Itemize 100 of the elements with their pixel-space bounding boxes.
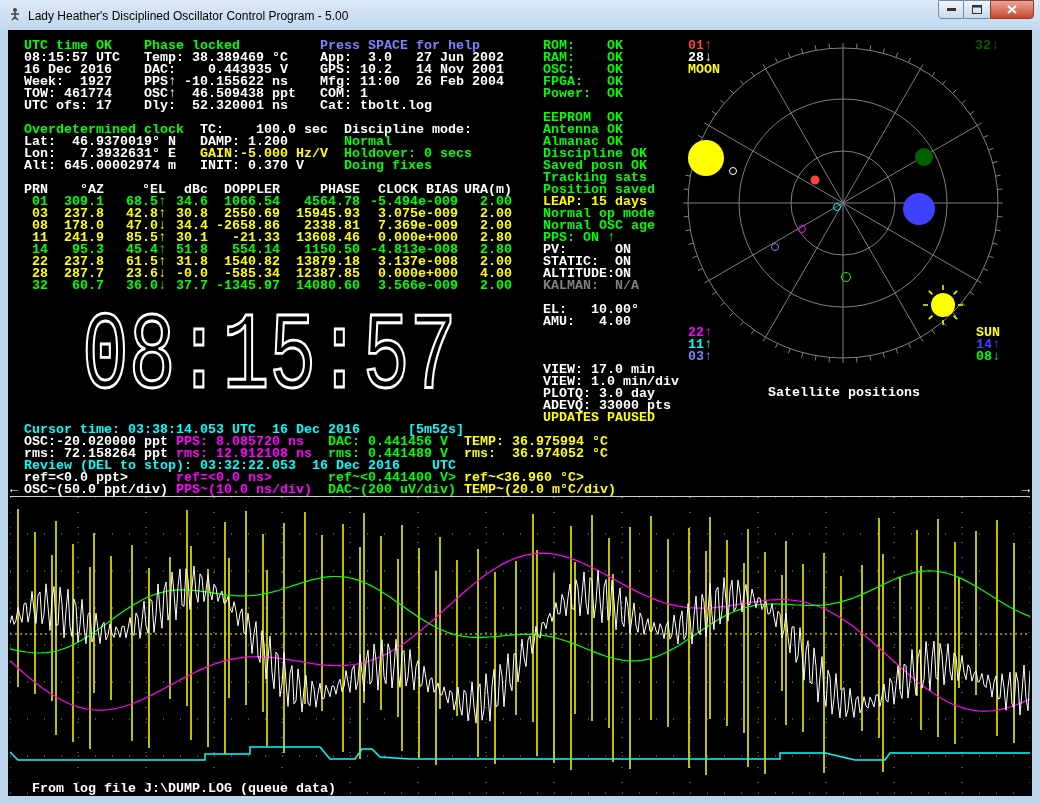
satellite-marker [903,193,935,225]
status-text: UTC time OK [24,40,112,52]
status-text: Phase locked [144,40,240,52]
status-text: Power: OK [543,88,623,100]
satellite-label: 11↑ [688,339,712,351]
window-title: Lady Heather's Disciplined Oscillator Control Program - 5.00 [28,8,349,25]
table-cell: 287.7 [64,268,104,280]
column-header: dBc [184,184,208,196]
status-text: Position saved [543,184,655,196]
table-cell: 13879.18 [296,256,360,268]
satellite-label: 03↑ [688,351,712,363]
table-cell: -2658.86 [216,220,280,232]
table-cell: 1150.50 [304,244,360,256]
status-text: STATIC: ON [543,256,631,268]
status-text: Cat: tbolt.log [320,100,432,112]
table-cell: 42.8↑ [126,208,166,220]
satellite-marker [798,225,806,233]
table-cell: 30.1 [176,232,208,244]
table-cell: 554.14 [232,244,280,256]
table-cell: 1066.54 [224,196,280,208]
column-header: °EL [142,184,166,196]
minimize-button[interactable] [938,0,964,19]
readout-text: ref=<0.0 ppt> [24,472,128,484]
readout-text: rms: 72.158264 ppt [24,448,168,460]
status-text: Discipline mode: [344,124,472,136]
table-cell: 28 [32,268,48,280]
column-header: URA(m) [464,184,512,196]
plot-info-text: UPDATES PAUSED [543,412,655,424]
table-cell: 3.137e-008 [378,256,458,268]
status-text: COM: 1 [320,88,368,100]
column-header: DOPPLER [224,184,280,196]
table-cell: -4.813e-008 [370,244,458,256]
status-text: PPS↑ -10.155622 ns [144,76,288,88]
table-cell: 2.80 [480,244,512,256]
status-text: Normal op mode [543,208,655,220]
column-header: CLOCK BIAS [378,184,458,196]
status-text: TOW: 461774 [24,88,112,100]
table-cell: 95.3 [72,244,104,256]
scroll-right-marker[interactable]: → [1022,484,1030,496]
status-text: ROM: OK [543,40,623,52]
plot-info-text: PLOTQ: 3.0 day [543,388,655,400]
status-text: INIT: 0.370 V [200,160,304,172]
table-cell: 309.1 [64,196,104,208]
table-cell: 2.00 [480,208,512,220]
table-cell: 22 [32,256,48,268]
readout-text: rms: 0.441489 V [328,448,448,460]
table-cell: -21.33 [232,232,280,244]
satellite-label: 28↓ [688,52,712,64]
table-cell: 2.00 [480,256,512,268]
table-cell: 60.7 [72,280,104,292]
table-cell: -5.494e-009 [370,196,458,208]
readout-text: DAC~(200 uV/div) [328,484,456,496]
satellite-label: 08↓ [976,351,1000,363]
satellite-label: 32↓ [975,40,999,52]
table-cell: 237.8 [64,256,104,268]
table-cell: 2338.81 [304,220,360,232]
status-text: EL: 10.00° [543,304,639,316]
table-cell: 3.075e-009 [378,208,458,220]
status-text: App: 3.0 27 Jun 2002 [320,52,504,64]
table-cell: 15945.93 [296,208,360,220]
status-text: FPGA: OK [543,76,623,88]
satellite-label: 14↑ [976,339,1000,351]
table-cell: 2.00 [480,280,512,292]
close-button[interactable] [990,0,1034,19]
table-cell: -1345.97 [216,280,280,292]
table-cell: 51.8 [176,244,208,256]
table-cell: 0.000e+000 [378,268,458,280]
status-text: OSC↑ 46.509438 ppt [144,88,296,100]
table-cell: 13608.46 [296,232,360,244]
table-cell: 0.000e+000 [378,232,458,244]
table-cell: 4.00 [480,268,512,280]
satellite-label: SUN [976,327,1000,339]
table-cell: 61.5↑ [126,256,166,268]
satellite-marker [841,272,851,282]
satellite-label: 22↑ [688,327,712,339]
table-cell: 241.9 [64,232,104,244]
plot-info-text: VIEW: 17.0 min [543,364,655,376]
status-text: UTC ofs: 17 [24,100,112,112]
readout-text: TEMP~(20.0 m°C/div) [464,484,616,496]
status-text: LEAP: 15 days [543,196,647,208]
minimize-icon [946,8,956,11]
maximize-button[interactable] [964,0,990,19]
status-text: GAIN:-5.000 Hz/V [200,148,328,160]
table-cell: 3.566e-009 [378,280,458,292]
table-cell: 31.8 [176,256,208,268]
table-cell: 2.80 [480,232,512,244]
table-cell: 32 [32,280,48,292]
satellite-marker [833,203,841,211]
readout-text: ref~<36.960 °C> [464,472,584,484]
app-icon [8,7,22,21]
readout-text: PPS: 8.085720 ns [176,436,304,448]
status-text: DAMP: 1.200 [200,136,288,148]
table-cell: -585.34 [224,268,280,280]
readout-text: rms: 12.912108 ns [176,448,312,460]
column-header: PRN [24,184,48,196]
status-text: Week: 1927 [24,76,112,88]
plot-info-text: VIEW: 1.0 min/div [543,376,679,388]
scroll-left-marker[interactable]: ← [10,482,18,497]
status-text: Holdover: 0 secs [344,148,472,160]
readout-text: DAC: 0.441456 V [328,436,448,448]
